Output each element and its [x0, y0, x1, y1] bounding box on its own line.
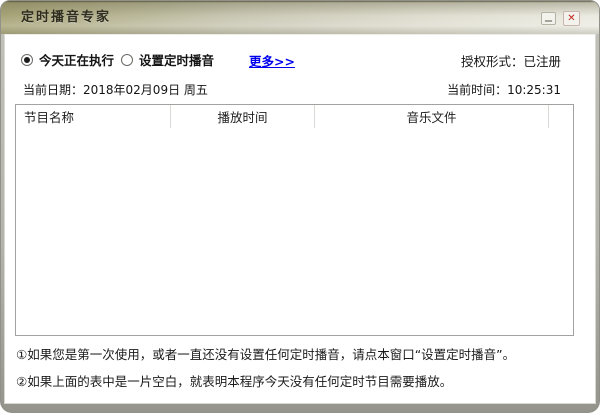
- footnote-2: ②如果上面的表中是一片空白，就表明本程序今天没有任何定时节目需要播放。: [16, 371, 581, 390]
- radio-circle-icon: [21, 54, 33, 66]
- radio-setup-label: 设置定时播音: [139, 50, 214, 69]
- more-link[interactable]: 更多>>: [249, 51, 295, 70]
- app-window: 定时播音专家 — ✕ 今天正在执行 设置定时播音 更多>> 授权形式：已注册 当…: [0, 0, 600, 413]
- minimize-button[interactable]: —: [541, 12, 556, 25]
- radio-setup-broadcast[interactable]: 设置定时播音: [121, 50, 214, 69]
- current-date: 当前日期：2018年02月09日 周五: [23, 81, 208, 98]
- radio-circle-icon: [121, 54, 133, 66]
- main-content: 今天正在执行 设置定时播音 更多>> 授权形式：已注册 当前日期：2018年02…: [4, 34, 596, 404]
- close-button[interactable]: ✕: [563, 11, 580, 26]
- minimize-icon: —: [545, 16, 553, 25]
- column-header-stub: [549, 105, 573, 128]
- program-table: 节目名称 播放时间 音乐文件: [15, 104, 574, 336]
- table-header-row: 节目名称 播放时间 音乐文件: [16, 105, 573, 128]
- radio-today-executing[interactable]: 今天正在执行: [21, 50, 114, 69]
- table-body-empty: [16, 128, 573, 335]
- column-header-program-name[interactable]: 节目名称: [16, 105, 171, 128]
- radio-today-label: 今天正在执行: [39, 50, 114, 69]
- close-icon: ✕: [567, 13, 575, 24]
- license-status: 授权形式：已注册: [461, 51, 561, 70]
- current-time: 当前时间：10:25:31: [447, 81, 561, 98]
- column-header-play-time[interactable]: 播放时间: [171, 105, 315, 128]
- title-bar[interactable]: 定时播音专家 — ✕: [1, 1, 599, 34]
- window-title: 定时播音专家: [21, 1, 111, 34]
- column-header-music-file[interactable]: 音乐文件: [315, 105, 549, 128]
- footnote-1: ①如果您是第一次使用，或者一直还没有设置任何定时播音，请点本窗口“设置定时播音”…: [16, 344, 581, 363]
